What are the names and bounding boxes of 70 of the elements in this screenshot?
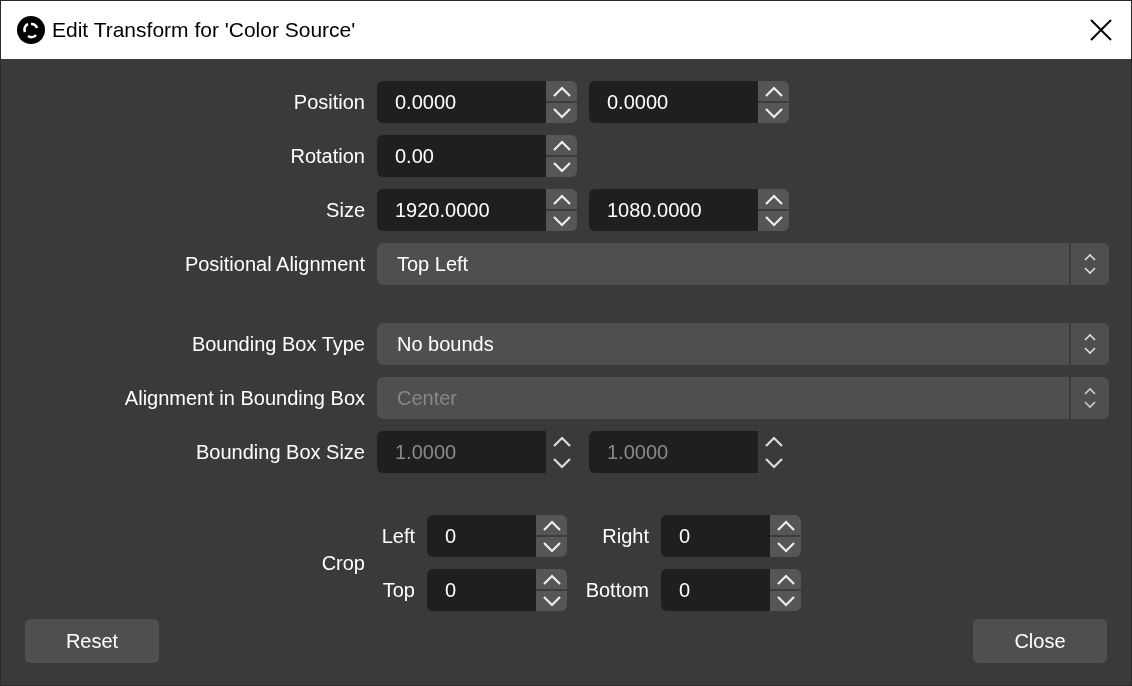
step-up-button[interactable] — [546, 189, 577, 211]
up-down-arrows-icon — [1083, 332, 1097, 356]
chevron-down-icon — [541, 595, 562, 607]
field-label: Rotation — [290, 144, 365, 169]
window-title: Edit Transform for 'Color Source' — [52, 17, 356, 44]
step-down-button[interactable] — [536, 591, 567, 611]
number-field[interactable]: 0 — [661, 569, 770, 611]
app-logo-icon — [16, 15, 46, 45]
up-down-arrows-icon — [1083, 386, 1097, 410]
chevron-down-icon — [763, 215, 784, 227]
field-label: Positional Alignment — [184, 252, 365, 277]
field-label: Right — [602, 524, 649, 549]
chevron-up-icon — [541, 519, 562, 531]
step-down-button[interactable] — [546, 103, 577, 123]
number-field[interactable]: 0 — [427, 515, 536, 557]
chevron-up-icon — [763, 435, 784, 447]
number-field[interactable]: 0 — [427, 569, 536, 611]
chevron-down-icon — [551, 457, 572, 469]
dropdown[interactable]: No bounds — [377, 323, 1109, 365]
step-down-button[interactable] — [546, 157, 577, 177]
field-label: Top — [382, 578, 415, 603]
number-field[interactable]: 0.0000 — [589, 81, 758, 123]
step-up-button[interactable] — [770, 569, 801, 591]
step-down-button[interactable] — [546, 211, 577, 231]
step-up-button[interactable] — [770, 515, 801, 537]
field-label: Alignment in Bounding Box — [124, 386, 365, 411]
crop-label: Crop — [321, 551, 365, 576]
chevron-down-icon — [763, 107, 784, 119]
step-up-button[interactable] — [536, 515, 567, 537]
chevron-down-icon — [775, 595, 796, 607]
field-label: Bounding Box Size — [196, 440, 365, 465]
chevron-up-icon — [763, 193, 784, 205]
chevron-up-icon — [551, 193, 572, 205]
number-field[interactable]: 0.00 — [377, 135, 546, 177]
chevron-down-icon — [541, 541, 562, 553]
chevron-up-icon — [551, 435, 572, 447]
chevron-down-icon — [551, 161, 572, 173]
dialog-button[interactable]: Close — [973, 619, 1107, 663]
step-down-button[interactable] — [770, 591, 801, 611]
number-field[interactable]: 0 — [661, 515, 770, 557]
chevron-down-icon — [551, 107, 572, 119]
chevron-up-icon — [775, 519, 796, 531]
step-up-button[interactable] — [546, 81, 577, 103]
step-up-button[interactable] — [546, 135, 577, 157]
up-down-arrows-icon — [1083, 252, 1097, 276]
chevron-down-icon — [551, 215, 572, 227]
number-field[interactable]: 0.0000 — [377, 81, 546, 123]
chevron-down-icon — [763, 457, 784, 469]
chevron-down-icon — [775, 541, 796, 553]
step-up-button[interactable] — [758, 189, 789, 211]
field-label: Position — [293, 90, 365, 115]
field-label: Size — [326, 198, 365, 223]
step-up-button[interactable] — [536, 569, 567, 591]
chevron-up-icon — [551, 139, 572, 151]
step-down-button[interactable] — [758, 103, 789, 123]
field-label: Left — [381, 524, 415, 549]
chevron-up-icon — [541, 573, 562, 585]
chevron-up-icon — [763, 85, 784, 97]
field-label: Bottom — [585, 578, 649, 603]
step-down-button[interactable] — [758, 211, 789, 231]
dialog-button[interactable]: Reset — [25, 619, 159, 663]
field-label: Bounding Box Type — [191, 332, 365, 357]
step-down-button[interactable] — [770, 537, 801, 557]
step-down-button[interactable] — [536, 537, 567, 557]
chevron-up-icon — [775, 573, 796, 585]
chevron-up-icon — [551, 85, 572, 97]
number-field[interactable]: 1080.0000 — [589, 189, 758, 231]
step-up-button[interactable] — [758, 81, 789, 103]
dropdown[interactable]: Top Left — [377, 243, 1109, 285]
number-field[interactable]: 1920.0000 — [377, 189, 546, 231]
